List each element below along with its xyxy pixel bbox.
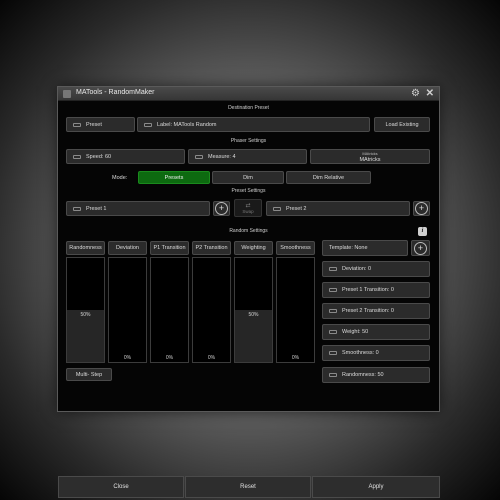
preset2-transition-label: Preset 2 Transition: 0 — [342, 308, 394, 314]
destination-section-title: Destination Preset — [228, 105, 269, 111]
keyboard-icon — [73, 206, 81, 211]
keyboard-icon — [195, 154, 203, 159]
deviation-setting[interactable]: Deviation: 0 — [322, 261, 430, 277]
close-icon[interactable]: ✕ — [426, 88, 434, 100]
plus-icon: + — [215, 202, 228, 215]
apply-button[interactable]: Apply — [312, 476, 440, 498]
deviation-setting-label: Deviation: 0 — [342, 266, 372, 272]
fader-header: P2 Transition — [192, 241, 231, 255]
fader-header: Smoothness — [276, 241, 315, 255]
fader-track[interactable]: 50% — [66, 257, 105, 363]
preset-section-title: Preset Settings — [231, 188, 266, 194]
fader-track[interactable]: 0% — [276, 257, 315, 363]
fader-header: Deviation — [108, 241, 147, 255]
fader-track[interactable]: 50% — [234, 257, 273, 363]
matricks-label: MAtricks — [359, 156, 381, 163]
plus-icon: + — [415, 202, 428, 215]
template-field[interactable]: Template: None — [322, 240, 408, 256]
mode-label: Mode: — [112, 175, 128, 181]
phaser-section-title: Phaser Settings — [230, 138, 267, 144]
mode-dim-relative-button[interactable]: Dim Relative — [286, 171, 371, 184]
smoothness-setting-label: Smoothness: 0 — [342, 350, 379, 356]
smoothness-setting[interactable]: Smoothness: 0 — [322, 345, 430, 361]
label-value: Label: MATools Random — [157, 121, 217, 128]
fader-track[interactable]: 0% — [150, 257, 189, 363]
load-existing-button[interactable]: Load Existing — [374, 117, 430, 132]
fader-value: 0% — [123, 355, 132, 361]
keyboard-icon — [329, 309, 337, 313]
keyboard-icon — [329, 288, 337, 292]
preset2-field[interactable]: Preset 2 — [266, 201, 410, 216]
preset-button-label: Preset — [86, 121, 102, 128]
app-icon — [63, 90, 71, 98]
keyboard-icon — [73, 122, 81, 127]
multi-step-button[interactable]: Multi- Step — [66, 368, 112, 381]
plus-icon: + — [414, 242, 427, 255]
reset-button[interactable]: Reset — [185, 476, 311, 498]
fader-track[interactable]: 0% — [108, 257, 147, 363]
weight-setting-label: Weight: 50 — [342, 329, 369, 335]
randomness-setting[interactable]: Randomness: 50 — [322, 367, 430, 383]
title-bar[interactable]: MATools - RandomMaker ⚙ ✕ — [58, 87, 439, 101]
preset1-transition-setting[interactable]: Preset 1 Transition: 0 — [322, 282, 430, 298]
keyboard-icon — [144, 122, 152, 127]
keyboard-icon — [329, 267, 337, 271]
preset2-transition-setting[interactable]: Preset 2 Transition: 0 — [322, 303, 430, 319]
template-add-button[interactable]: + — [411, 240, 430, 256]
fader-track[interactable]: 0% — [192, 257, 231, 363]
keyboard-icon — [329, 330, 337, 334]
preset1-add-button[interactable]: + — [213, 201, 230, 216]
preset1-field[interactable]: Preset 1 — [66, 201, 210, 216]
swap-label: Swap — [242, 209, 254, 214]
mode-presets-button[interactable]: Presets — [138, 171, 210, 184]
fader-value: 50% — [248, 312, 259, 318]
fader-header: P1 Transition — [150, 241, 189, 255]
measure-field[interactable]: Measure: 4 — [188, 149, 307, 164]
randomness-setting-label: Randomness: 50 — [342, 372, 384, 378]
keyboard-icon — [329, 351, 337, 355]
fader-value: 50% — [80, 312, 91, 318]
fader-value: 0% — [207, 355, 216, 361]
measure-value: Measure: 4 — [208, 153, 236, 160]
close-button[interactable]: Close — [58, 476, 184, 498]
gear-icon[interactable]: ⚙ — [411, 88, 420, 100]
swap-icon: ⇄ — [245, 203, 251, 209]
window-title: MATools - RandomMaker — [76, 89, 155, 96]
mode-dim-button[interactable]: Dim — [212, 171, 284, 184]
keyboard-icon — [73, 154, 81, 159]
preset1-transition-label: Preset 1 Transition: 0 — [342, 287, 394, 293]
preset2-add-button[interactable]: + — [413, 201, 430, 216]
preset-button[interactable]: Preset — [66, 117, 135, 132]
info-icon[interactable]: i — [418, 227, 427, 236]
preset1-label: Preset 1 — [86, 205, 107, 212]
random-section-title: Random Settings — [229, 228, 268, 234]
label-field[interactable]: Label: MATools Random — [137, 117, 370, 132]
speed-value: Speed: 60 — [86, 153, 112, 160]
keyboard-icon — [273, 206, 281, 211]
matricks-button[interactable]: MAtricks MAtricks — [310, 149, 430, 164]
keyboard-icon — [329, 373, 337, 377]
preset2-label: Preset 2 — [286, 205, 307, 212]
speed-field[interactable]: Speed: 60 — [66, 149, 185, 164]
randommaker-window: MATools - RandomMaker ⚙ ✕ Destination Pr… — [57, 86, 440, 498]
fader-header: Randomness — [66, 241, 105, 255]
weight-setting[interactable]: Weight: 50 — [322, 324, 430, 340]
fader-value: 0% — [165, 355, 174, 361]
swap-button[interactable]: ⇄ Swap — [234, 199, 262, 217]
fader-header: Weighting — [234, 241, 273, 255]
fader-value: 0% — [291, 355, 300, 361]
